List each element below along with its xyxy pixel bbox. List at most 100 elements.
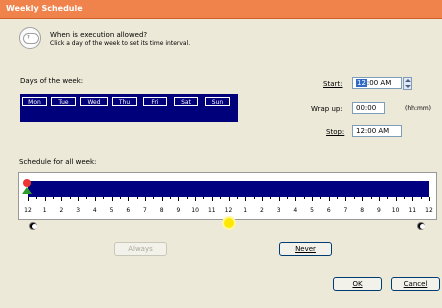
stop-time-field[interactable]: 12:00 AM xyxy=(352,125,402,137)
spin-down-icon[interactable] xyxy=(405,85,411,88)
day-wed[interactable]: Wed xyxy=(80,97,108,106)
hour-label: 6 xyxy=(326,207,331,214)
tick xyxy=(186,197,188,199)
tick xyxy=(170,197,172,199)
spin-up-icon[interactable] xyxy=(405,79,411,82)
tick xyxy=(103,197,105,199)
header-hint: Click a day of the week to set its time … xyxy=(50,40,191,47)
hour-label: 8 xyxy=(360,207,365,214)
tick xyxy=(420,197,422,199)
tick xyxy=(195,197,197,201)
start-time-field[interactable]: 12:00 AM xyxy=(352,77,402,89)
tick xyxy=(178,197,180,201)
days-label: Days of the week: xyxy=(20,77,84,85)
tick xyxy=(412,197,414,201)
hour-label: 3 xyxy=(276,207,281,214)
schedule-timeline[interactable]: 12 1 2 3 4 5 6 7 8 9 10 11 12 1 2 3 4 5 6 7 8 9 10 11 12 xyxy=(18,172,437,220)
tick xyxy=(136,197,138,199)
tick xyxy=(211,197,213,201)
tick xyxy=(362,197,364,201)
day-sat[interactable]: Sat xyxy=(174,97,198,106)
tick xyxy=(312,197,314,201)
tick xyxy=(144,197,146,201)
tick xyxy=(78,197,80,201)
tick xyxy=(228,197,230,201)
hour-label: 5 xyxy=(109,207,114,214)
tick xyxy=(328,197,330,201)
tick xyxy=(61,197,63,201)
tick xyxy=(270,197,272,199)
day-fri[interactable]: Fri xyxy=(143,97,167,106)
tick xyxy=(236,197,238,199)
tick xyxy=(111,197,113,201)
hour-label: 4 xyxy=(92,207,97,214)
tick xyxy=(69,197,71,199)
tick xyxy=(320,197,322,199)
days-selector[interactable]: Mon Tue Wed Thu Fri Sat Sun xyxy=(20,94,238,122)
start-time-rest: :00 AM xyxy=(366,79,392,87)
tick xyxy=(337,197,339,199)
hour-label: 12 xyxy=(224,207,233,214)
tick xyxy=(94,197,96,201)
title-bar: Weekly Schedule xyxy=(0,0,442,19)
hour-label: 3 xyxy=(76,207,81,214)
stop-marker-icon[interactable] xyxy=(22,187,32,194)
hour-label: 4 xyxy=(293,207,298,214)
hour-label: 12 xyxy=(24,207,32,214)
tick xyxy=(345,197,347,201)
start-marker-icon[interactable] xyxy=(23,179,31,187)
moon-icon-left xyxy=(29,222,37,230)
tick xyxy=(395,197,397,201)
day-thu[interactable]: Thu xyxy=(112,97,137,106)
start-label: Start: xyxy=(323,80,343,88)
wrapup-label: Wrap up: xyxy=(311,105,343,113)
wrapup-unit: (hh:mm) xyxy=(405,105,431,112)
hour-label: 5 xyxy=(310,207,314,214)
tick xyxy=(153,197,155,199)
moon-icon-right xyxy=(417,222,425,230)
day-tue[interactable]: Tue xyxy=(51,97,76,106)
tick xyxy=(28,197,29,201)
hour-label: 8 xyxy=(159,207,164,214)
tick xyxy=(86,197,88,199)
stop-label: Stop: xyxy=(326,128,345,136)
window-title: Weekly Schedule xyxy=(6,4,83,13)
hour-label: 2 xyxy=(259,207,264,214)
tick xyxy=(286,197,288,199)
tick xyxy=(261,197,263,201)
day-sun[interactable]: Sun xyxy=(205,97,230,106)
tick xyxy=(403,197,405,199)
tick xyxy=(53,197,55,199)
tick xyxy=(245,197,247,201)
hour-label: 11 xyxy=(207,207,216,214)
tick xyxy=(36,197,38,199)
tick xyxy=(278,197,280,201)
tick xyxy=(429,197,430,201)
cancel-button[interactable]: Cancel xyxy=(391,277,440,291)
hour-label: 9 xyxy=(176,207,181,214)
start-time-spinner[interactable] xyxy=(403,77,412,90)
tick xyxy=(128,197,130,201)
tick xyxy=(295,197,297,201)
sun-icon xyxy=(224,218,234,228)
tick xyxy=(161,197,163,201)
hour-label: 12 xyxy=(425,207,433,214)
hour-label: 1 xyxy=(42,207,47,214)
hour-label: 9 xyxy=(376,207,381,214)
tick xyxy=(353,197,355,199)
hour-ticks xyxy=(28,197,430,201)
tick xyxy=(303,197,305,199)
hour-label: 10 xyxy=(391,207,400,214)
wrapup-field[interactable]: 00:00 xyxy=(352,102,385,114)
always-button[interactable]: Always xyxy=(114,242,167,256)
ok-button[interactable]: OK xyxy=(333,277,382,291)
tick xyxy=(220,197,222,199)
hour-label: 7 xyxy=(343,207,348,214)
never-button[interactable]: Never xyxy=(279,242,332,256)
day-mon[interactable]: Mon xyxy=(22,97,47,106)
hour-label: 7 xyxy=(143,207,147,214)
tick xyxy=(370,197,372,199)
tick xyxy=(203,197,205,199)
tick xyxy=(119,197,121,199)
schedule-bar[interactable] xyxy=(28,181,429,197)
